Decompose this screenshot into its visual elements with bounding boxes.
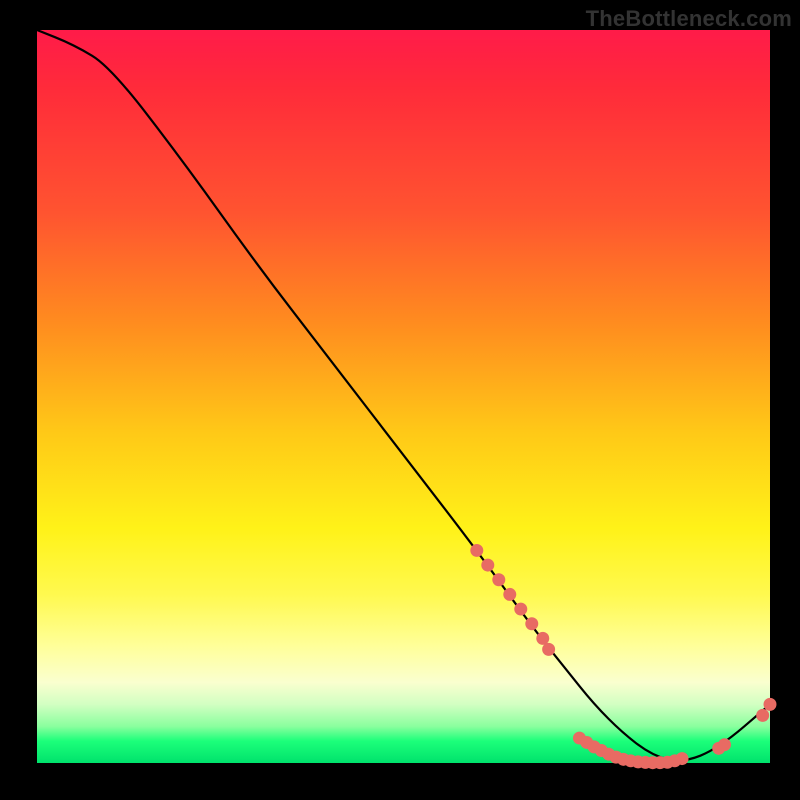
- data-point: [676, 752, 689, 765]
- root: TheBottleneck.com: [0, 0, 800, 800]
- series-curve: [37, 30, 770, 761]
- data-point: [718, 738, 731, 751]
- data-point: [470, 544, 483, 557]
- data-point: [492, 573, 505, 586]
- data-point: [525, 617, 538, 630]
- chart-area: [35, 30, 770, 765]
- data-point: [481, 559, 494, 572]
- data-point: [514, 603, 527, 616]
- data-point: [764, 698, 777, 711]
- data-point: [542, 643, 555, 656]
- data-point: [503, 588, 516, 601]
- data-point: [756, 709, 769, 722]
- chart-svg: [37, 30, 770, 763]
- data-point: [536, 632, 549, 645]
- watermark-text: TheBottleneck.com: [586, 6, 792, 32]
